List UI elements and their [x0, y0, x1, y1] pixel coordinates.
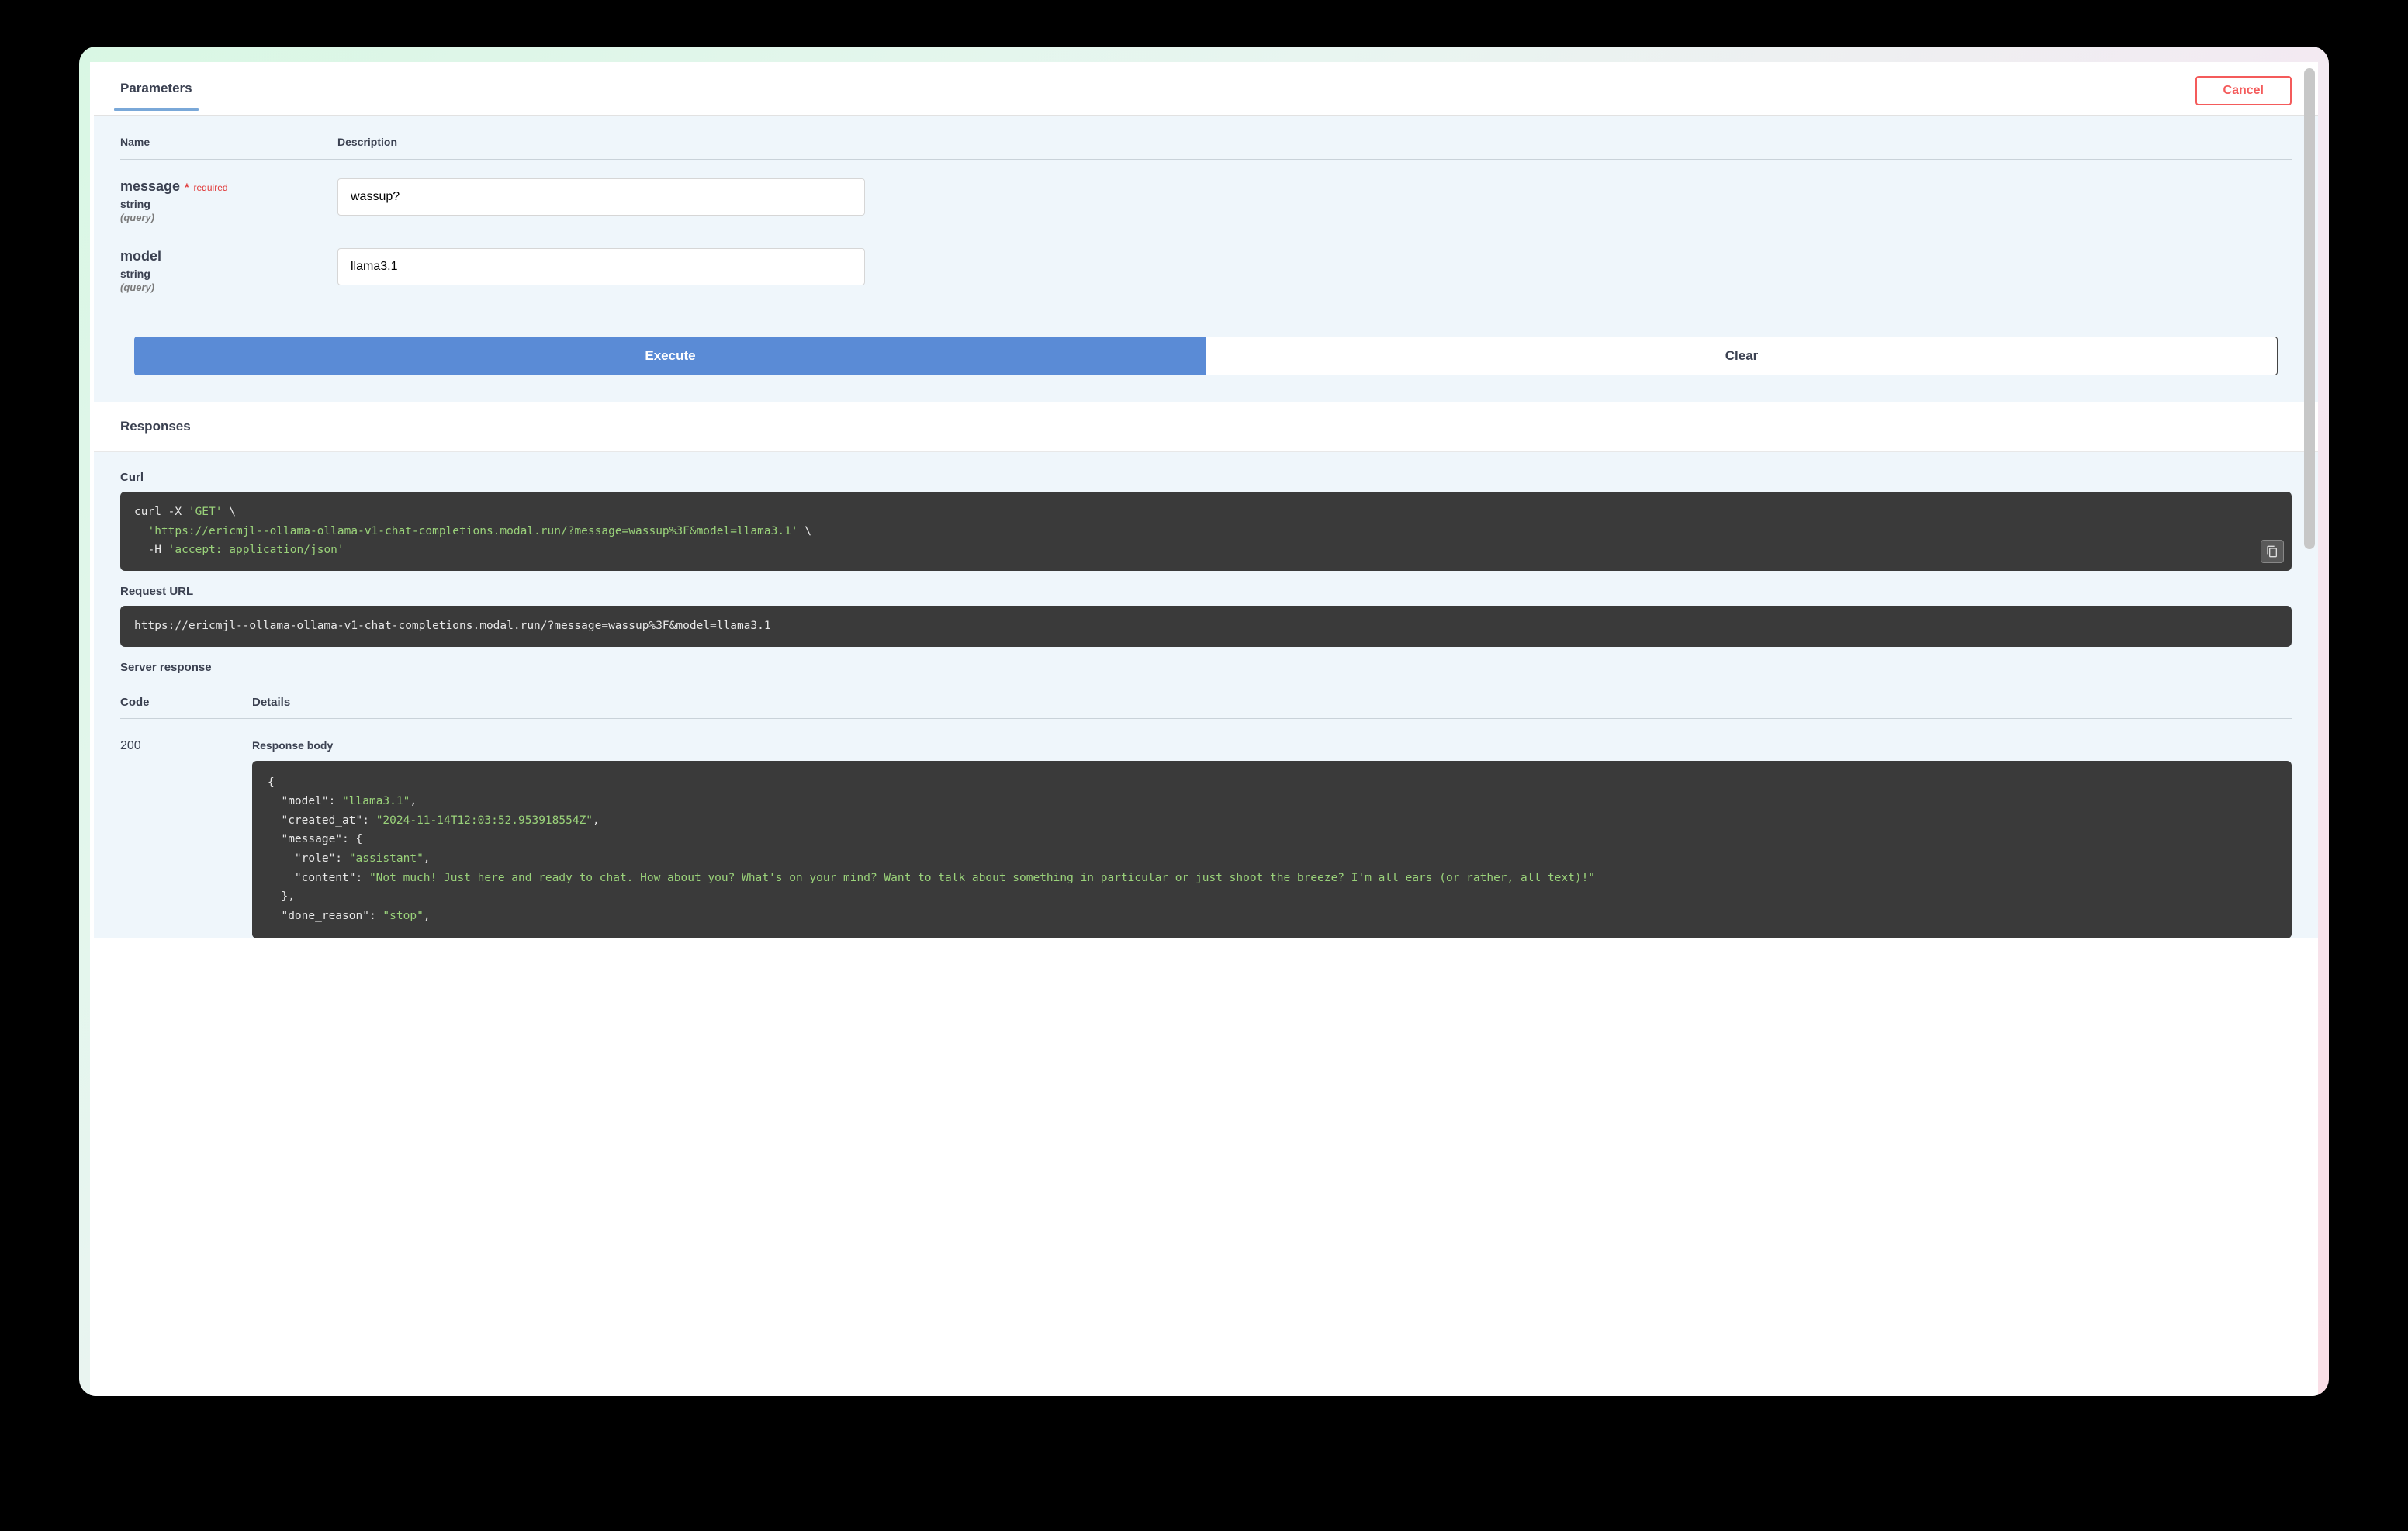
- curl-header: 'accept: application/json': [168, 544, 344, 556]
- json-value: "Not much! Just here and ready to chat. …: [369, 872, 1595, 884]
- clipboard-icon: [2266, 545, 2278, 558]
- json-punct: ,: [410, 795, 417, 807]
- param-table-header: Name Description: [120, 116, 2292, 160]
- request-url-value: https://ericmjl--ollama-ollama-v1-chat-c…: [134, 620, 771, 632]
- param-meta-message: message * required string (query): [120, 178, 337, 223]
- model-input[interactable]: [337, 248, 865, 285]
- inner-panel: Parameters Cancel Name Description messa…: [90, 62, 2318, 1396]
- tab-parameters[interactable]: Parameters: [120, 81, 192, 110]
- curl-text: \: [223, 506, 236, 518]
- server-response-label: Server response: [120, 661, 2292, 674]
- action-button-row: Execute Clear: [120, 337, 2292, 375]
- json-punct: ,: [593, 814, 600, 827]
- required-label: required: [194, 182, 228, 193]
- param-input-wrap-model: [337, 248, 865, 293]
- required-star-icon: *: [185, 181, 189, 193]
- json-value: "stop": [382, 910, 423, 922]
- tab-header: Parameters Cancel: [94, 62, 2318, 116]
- json-value: "assistant": [349, 852, 424, 865]
- content-area: Parameters Cancel Name Description messa…: [94, 62, 2318, 1396]
- curl-method: 'GET': [189, 506, 223, 518]
- response-body-json: { "model": "llama3.1", "created_at": "20…: [252, 761, 2292, 938]
- json-key: "done_reason":: [268, 910, 382, 922]
- response-row: 200 Response body { "model": "llama3.1",…: [120, 719, 2292, 938]
- response-header-code: Code: [120, 696, 252, 709]
- param-type-model: string: [120, 268, 337, 280]
- param-in-message: (query): [120, 212, 337, 223]
- curl-text: [134, 525, 147, 537]
- response-header-details: Details: [252, 696, 290, 709]
- json-value: "2024-11-14T12:03:52.953918554Z": [376, 814, 593, 827]
- curl-text: \: [798, 525, 811, 537]
- param-type-message: string: [120, 198, 337, 210]
- request-url-block: https://ericmjl--ollama-ollama-v1-chat-c…: [120, 606, 2292, 647]
- copy-curl-button[interactable]: [2261, 540, 2284, 563]
- json-punct: ,: [424, 910, 431, 922]
- param-meta-model: model string (query): [120, 248, 337, 293]
- json-punct: ,: [424, 852, 431, 865]
- responses-header: Responses: [94, 402, 2318, 452]
- json-key: "model":: [268, 795, 342, 807]
- response-details: Response body { "model": "llama3.1", "cr…: [252, 739, 2292, 938]
- json-key: "created_at":: [268, 814, 376, 827]
- request-url-label: Request URL: [120, 585, 2292, 598]
- responses-body: Curl curl -X 'GET' \ 'https://ericmjl--o…: [94, 452, 2318, 938]
- execute-button[interactable]: Execute: [134, 337, 1206, 375]
- json-line: "message": {: [268, 833, 362, 845]
- curl-text: curl -X: [134, 506, 189, 518]
- response-body-label: Response body: [252, 739, 2292, 752]
- app-window: Parameters Cancel Name Description messa…: [79, 47, 2329, 1396]
- param-name-message: message: [120, 178, 180, 195]
- json-key: "content":: [268, 872, 369, 884]
- json-value: "llama3.1": [342, 795, 410, 807]
- param-name-model: model: [120, 248, 161, 264]
- curl-label: Curl: [120, 471, 2292, 484]
- param-input-wrap-message: [337, 178, 865, 223]
- scrollbar-thumb[interactable]: [2304, 68, 2315, 549]
- clear-button[interactable]: Clear: [1206, 337, 2278, 375]
- param-row-message: message * required string (query): [120, 160, 2292, 230]
- param-row-model: model string (query): [120, 230, 2292, 299]
- param-header-description: Description: [337, 136, 397, 148]
- curl-code-block: curl -X 'GET' \ 'https://ericmjl--ollama…: [120, 492, 2292, 571]
- json-line: {: [268, 776, 275, 789]
- response-table-header: Code Details: [120, 683, 2292, 719]
- cancel-button[interactable]: Cancel: [2195, 76, 2292, 105]
- parameters-section: Name Description message * required stri…: [94, 116, 2318, 402]
- param-in-model: (query): [120, 282, 337, 293]
- json-line: },: [268, 890, 295, 903]
- json-key: "role":: [268, 852, 349, 865]
- curl-url: 'https://ericmjl--ollama-ollama-v1-chat-…: [147, 525, 797, 537]
- response-code: 200: [120, 739, 252, 938]
- curl-text: -H: [134, 544, 168, 556]
- param-header-name: Name: [120, 136, 337, 148]
- message-input[interactable]: [337, 178, 865, 216]
